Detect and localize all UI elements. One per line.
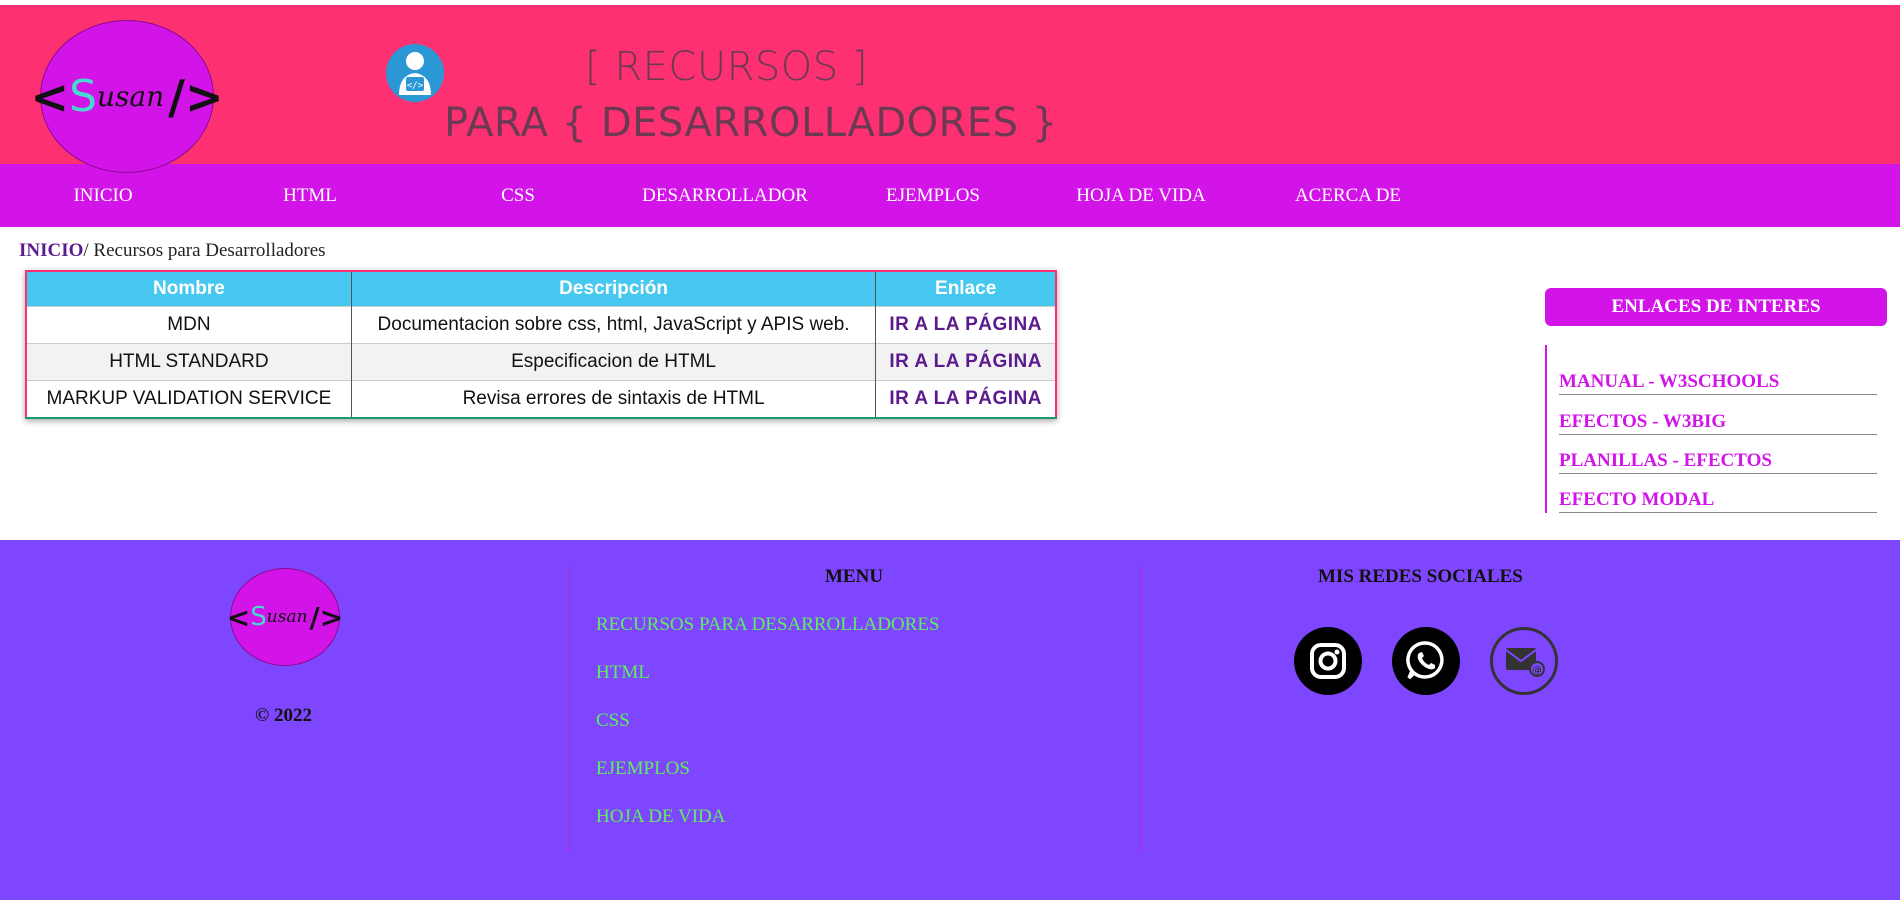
table-row: MDN Documentacion sobre css, html, JavaS… [26, 306, 1056, 344]
logo-open-bracket: < [226, 600, 251, 634]
column-header-enlace: Enlace [875, 271, 1056, 307]
footer-link-html[interactable]: HTML [596, 662, 650, 684]
site-logo[interactable]: < S usan /> [31, 20, 223, 173]
logo-close-bracket: /> [309, 600, 344, 634]
logo-close-bracket: /> [168, 69, 224, 124]
footer-link-ejemplos[interactable]: EJEMPLOS [596, 758, 690, 780]
breadcrumb-home-link[interactable]: INICIO [19, 240, 83, 261]
table-row: HTML STANDARD Especificacion de HTML IR … [26, 343, 1056, 381]
table-row: MARKUP VALIDATION SERVICE Revisa errores… [26, 380, 1056, 419]
aside-title: ENLACES DE INTERES [1545, 288, 1887, 326]
aside-link-efectos-w3big[interactable]: EFECTOS - W3BIG [1559, 411, 1877, 435]
cell-description: Especificacion de HTML [351, 343, 877, 381]
breadcrumb: INICIO/ Recursos para Desarrolladores [19, 240, 326, 262]
aside-links: MANUAL - W3SCHOOLS EFECTOS - W3BIG PLANI… [1545, 345, 1877, 513]
cell-link[interactable]: IR A LA PÁGINA [875, 380, 1056, 419]
table-header-row: Nombre Descripción Enlace [26, 271, 1056, 307]
nav-item-desarrollador[interactable]: DESARROLLADOR [642, 185, 808, 207]
footer-link-css[interactable]: CSS [596, 710, 630, 732]
column-header-descripcion: Descripción [351, 271, 877, 307]
whatsapp-icon[interactable] [1392, 627, 1460, 695]
cell-description: Documentacion sobre css, html, JavaScrip… [351, 306, 877, 344]
footer-menu-title: MENU [825, 566, 884, 587]
column-header-nombre: Nombre [26, 271, 352, 307]
resources-table: Nombre Descripción Enlace MDN Documentac… [25, 270, 1057, 419]
nav-item-html[interactable]: HTML [283, 185, 337, 207]
main-nav: INICIO HTML CSS DESARROLLADOR EJEMPLOS H… [0, 164, 1900, 227]
cell-link[interactable]: IR A LA PÁGINA [875, 306, 1056, 344]
cell-name: HTML STANDARD [26, 343, 352, 381]
cell-link[interactable]: IR A LA PÁGINA [875, 343, 1056, 381]
nav-item-css[interactable]: CSS [501, 185, 535, 207]
footer-link-recursos[interactable]: RECURSOS PARA DESARROLLADORES [596, 614, 940, 636]
copyright: © 2022 [255, 705, 312, 726]
footer-divider-left [569, 566, 570, 852]
svg-text:</>: </> [407, 81, 424, 91]
cell-description: Revisa errores de sintaxis de HTML [351, 380, 877, 419]
svg-text:@: @ [1532, 665, 1542, 676]
page-title-line2: PARA { DESARROLLADORES } [444, 100, 1058, 146]
footer-logo[interactable]: < S usan /> [226, 568, 343, 666]
social-title: MIS REDES SOCIALES [1318, 566, 1523, 587]
logo-open-bracket: < [30, 69, 70, 124]
instagram-icon[interactable] [1294, 627, 1362, 695]
footer-divider-right [1140, 566, 1141, 852]
cell-name: MDN [26, 306, 352, 344]
aside-link-manual-w3schools[interactable]: MANUAL - W3SCHOOLS [1559, 371, 1877, 395]
aside-link-planillas-efectos[interactable]: PLANILLAS - EFECTOS [1559, 450, 1877, 474]
email-icon[interactable]: @ [1490, 627, 1558, 695]
footer-link-hoja-de-vida[interactable]: HOJA DE VIDA [596, 806, 725, 828]
nav-item-ejemplos[interactable]: EJEMPLOS [886, 185, 980, 207]
developer-icon: </> [386, 44, 444, 102]
page-title-line1: [ RECURSOS ] [585, 44, 868, 90]
breadcrumb-current: / Recursos para Desarrolladores [83, 240, 326, 261]
cell-name: MARKUP VALIDATION SERVICE [26, 380, 352, 419]
nav-item-acerca-de[interactable]: ACERCA DE [1295, 185, 1401, 207]
logo-s: S [69, 71, 97, 122]
nav-item-inicio[interactable]: INICIO [73, 185, 132, 207]
logo-text: usan [266, 607, 308, 627]
nav-item-hoja-de-vida[interactable]: HOJA DE VIDA [1076, 185, 1205, 207]
logo-s: S [250, 602, 267, 632]
aside-link-efecto-modal[interactable]: EFECTO MODAL [1559, 489, 1877, 513]
logo-text: usan [97, 80, 165, 113]
